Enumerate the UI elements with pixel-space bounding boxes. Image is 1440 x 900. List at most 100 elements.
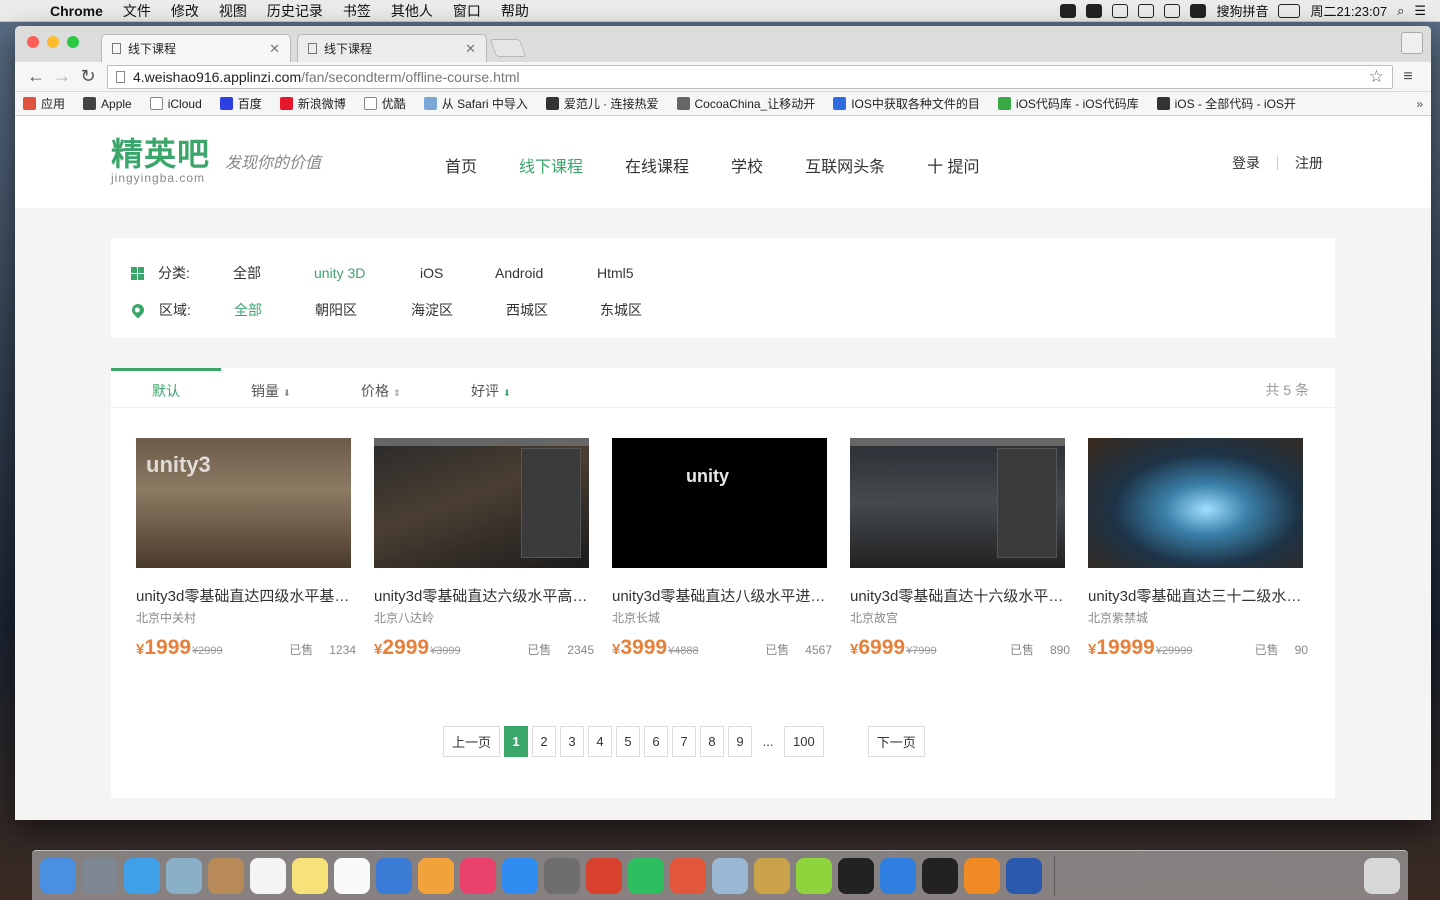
contacts-icon[interactable] (208, 857, 244, 894)
volume-icon[interactable] (1138, 3, 1155, 18)
page-button[interactable]: 5 (616, 726, 641, 757)
bookmark-item[interactable]: Apple (83, 97, 132, 111)
chrome-menu-icon[interactable]: ≡ (1393, 68, 1423, 86)
next-page-button[interactable]: 下一页 (867, 726, 925, 757)
nav-schools[interactable]: 学校 (731, 153, 763, 177)
bookmarks-overflow-icon[interactable]: » (1416, 97, 1423, 111)
bookmark-item[interactable]: 应用 (23, 95, 65, 112)
bookmark-item[interactable]: iOS - 全部代码 - iOS开 (1156, 95, 1296, 112)
course-thumbnail[interactable]: unity3 (136, 438, 351, 568)
wifi-icon[interactable] (1164, 3, 1181, 18)
browser-tab-1[interactable]: 线下课程 ✕ (101, 34, 291, 62)
page-button[interactable]: 1 (504, 726, 529, 757)
itunes-icon[interactable] (460, 857, 496, 894)
spotlight-search-icon[interactable]: ⌕ (1397, 3, 1404, 19)
word-icon[interactable] (1006, 857, 1042, 894)
course-title[interactable]: unity3d零基础直达三十二级水平大师班 (1088, 585, 1303, 606)
bookmark-item[interactable]: iCloud (149, 97, 202, 111)
sort-sales[interactable]: 销量 ⬇ (251, 381, 291, 401)
trash-icon[interactable] (1364, 857, 1400, 894)
page-button[interactable]: 9 (728, 726, 753, 757)
course-card[interactable]: unity3d零基础直达十六级水平专家班北京故宫 ¥6999¥7999 已售 890 (850, 438, 1070, 660)
sublime-text-icon[interactable] (964, 857, 1000, 894)
course-title[interactable]: unity3d零基础直达十六级水平专家班 (850, 585, 1065, 606)
window-minimize-button[interactable] (47, 36, 59, 48)
prev-page-button[interactable]: 上一页 (443, 726, 501, 757)
reload-icon[interactable]: ↻ (75, 66, 101, 87)
region-option[interactable]: 海淀区 (411, 300, 506, 320)
menu-help[interactable]: 帮助 (491, 1, 539, 21)
menu-history[interactable]: 历史记录 (257, 1, 333, 21)
box-app-icon[interactable] (670, 857, 706, 894)
bookmark-item[interactable]: 百度 (219, 95, 262, 112)
system-preferences-icon[interactable] (544, 857, 580, 894)
page-button[interactable]: 4 (588, 726, 613, 757)
bookmark-item[interactable]: iOS代码库 - iOS代码库 (997, 95, 1139, 112)
register-link[interactable]: 注册 (1295, 153, 1323, 173)
course-title[interactable]: unity3d零基础直达八级水平进阶班 (612, 585, 827, 606)
region-option[interactable]: 西城区 (506, 300, 600, 320)
terminal-icon[interactable] (838, 857, 874, 894)
bookmark-item[interactable]: 新浪微博 (279, 95, 346, 112)
course-card[interactable]: unity3d零基础直达六级水平高级班 北京八达岭 ¥2999 ¥3999 已售 2345 (374, 438, 594, 660)
iqiyi-icon[interactable] (796, 857, 832, 894)
course-card[interactable]: unity unity3d零基础直达八级水平进阶班 北京长城 ¥3999 ¥4888 已售… (612, 438, 832, 660)
calendar-icon[interactable] (250, 857, 286, 894)
xcode-alt-icon[interactable] (880, 857, 916, 894)
keychain-icon[interactable] (754, 857, 790, 894)
sort-rating[interactable]: 好评 ⬇ (471, 381, 511, 401)
input-method-icon[interactable] (1190, 3, 1207, 18)
nav-headlines[interactable]: 互联网头条 (805, 153, 885, 177)
back-arrow-icon[interactable]: ← (23, 66, 49, 87)
nav-ask-question[interactable]: 十 提问 (927, 153, 979, 177)
input-method-label[interactable]: 搜狗拼音 (1216, 1, 1268, 20)
course-title[interactable]: unity3d零基础直达四级水平基础班 (136, 585, 351, 606)
evernote-icon[interactable] (628, 857, 664, 894)
page-button[interactable]: 7 (672, 726, 697, 757)
course-thumbnail[interactable] (1088, 438, 1303, 568)
region-option[interactable]: 朝阳区 (315, 300, 411, 320)
menu-file[interactable]: 文件 (113, 1, 161, 21)
course-card[interactable]: unity3 unity3d零基础直达四级水平基础班 北京中关村 ¥1999 ¥2999… (136, 438, 356, 660)
bookmark-item[interactable]: 优酷 (363, 95, 406, 112)
page-info-icon[interactable] (116, 70, 125, 83)
region-option[interactable]: 东城区 (600, 300, 660, 320)
tab-close-icon[interactable]: ✕ (269, 41, 280, 57)
tab-close-icon[interactable]: ✕ (465, 41, 476, 57)
bookmark-item[interactable]: 从 Safari 中导入 (423, 95, 528, 112)
site-logo[interactable]: 精英吧 jingyingba.com 发现你的价值 (111, 137, 321, 185)
menubar-clock[interactable]: 周二21:23:07 (1310, 1, 1387, 20)
course-thumbnail[interactable] (374, 438, 589, 568)
menu-bookmarks[interactable]: 书签 (333, 1, 381, 21)
forward-arrow-icon[interactable]: → (49, 66, 75, 87)
notification-bell-icon[interactable] (1060, 3, 1077, 18)
page-button[interactable]: 3 (560, 726, 585, 757)
sort-price[interactable]: 价格 ⇕ (361, 381, 401, 401)
course-thumbnail[interactable]: unity (612, 438, 827, 568)
menu-edit[interactable]: 修改 (161, 1, 209, 21)
bookmark-item[interactable]: CocoaChina_让移动开 (676, 95, 815, 112)
category-option[interactable]: Android (495, 265, 597, 281)
nav-offline-courses[interactable]: 线下课程 (519, 153, 583, 177)
nav-online-courses[interactable]: 在线课程 (625, 153, 689, 177)
nav-home[interactable]: 首页 (445, 153, 477, 177)
login-link[interactable]: 登录 (1232, 153, 1260, 173)
window-zoom-button[interactable] (67, 36, 79, 48)
page-button[interactable]: 6 (644, 726, 669, 757)
notification-center-icon[interactable]: ☰ (1414, 3, 1426, 19)
qq-icon[interactable] (922, 857, 958, 894)
category-option[interactable]: iOS (420, 265, 495, 281)
menu-people[interactable]: 其他人 (381, 1, 443, 21)
course-card[interactable]: unity3d零基础直达三十二级水平大师班北京紫禁城 ¥19999¥29999 已售… (1088, 438, 1308, 660)
bookmark-item[interactable]: 爱范儿 · 连接热爱 (545, 95, 659, 112)
reminders-icon[interactable] (334, 857, 370, 894)
address-bar[interactable]: 4.weishao916.applinzi.com/fan/secondterm… (107, 64, 1393, 89)
last-page-button[interactable]: 100 (784, 726, 824, 757)
region-option[interactable]: 全部 (234, 300, 315, 320)
window-close-button[interactable] (27, 36, 39, 48)
safari-icon[interactable] (124, 857, 160, 894)
course-thumbnail[interactable] (850, 438, 1065, 568)
battery-icon[interactable] (1278, 3, 1301, 18)
app-store-icon[interactable] (502, 857, 538, 894)
xcode-icon[interactable] (376, 857, 412, 894)
